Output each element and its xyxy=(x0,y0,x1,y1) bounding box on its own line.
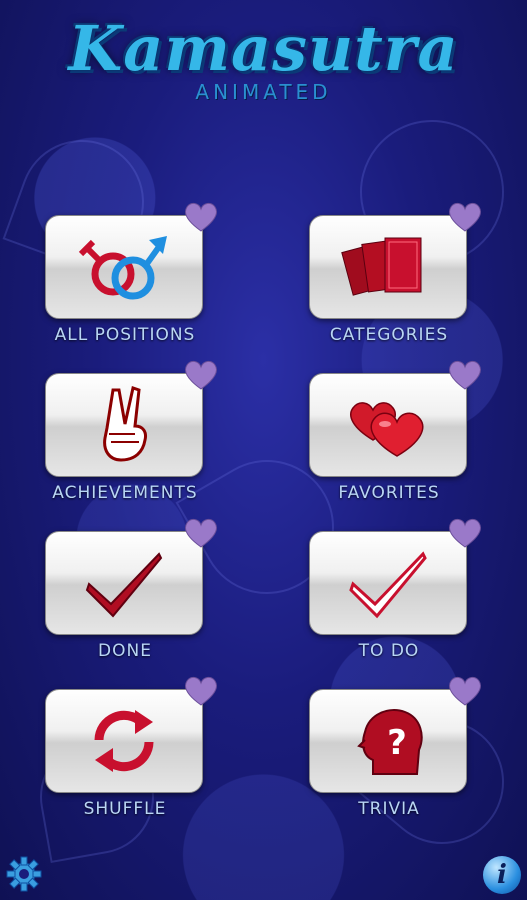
app-title: Kamasutra xyxy=(68,12,459,85)
tile-label: SHUFFLE xyxy=(83,799,167,819)
tile-label: CATEGORIES xyxy=(329,325,449,345)
menu-tile-categories[interactable]: CATEGORIES xyxy=(309,202,481,345)
heart-icon xyxy=(449,518,481,548)
heart-icon xyxy=(449,676,481,706)
tile-label: ACHIEVEMENTS xyxy=(52,483,198,503)
heart-icon xyxy=(185,360,217,390)
shuffle-arrows-icon xyxy=(94,710,154,772)
menu-tile-done[interactable]: DONE xyxy=(45,518,217,661)
cards-icon xyxy=(341,237,422,296)
checkmark-icon xyxy=(85,552,163,618)
to-do-button[interactable] xyxy=(309,531,467,635)
favorites-button[interactable] xyxy=(309,373,467,477)
heart-icon xyxy=(185,202,217,232)
tile-label: TO DO xyxy=(358,641,420,661)
question-head-icon: ? xyxy=(357,709,423,775)
categories-button[interactable] xyxy=(309,215,467,319)
menu-tile-trivia[interactable]: ? TRIVIA xyxy=(309,676,481,819)
done-button[interactable] xyxy=(45,531,203,635)
shuffle-button[interactable] xyxy=(45,689,203,793)
menu-tile-to-do[interactable]: TO DO xyxy=(309,518,481,661)
trivia-button[interactable]: ? xyxy=(309,689,467,793)
achievements-button[interactable] xyxy=(45,373,203,477)
tile-label: DONE xyxy=(98,641,152,661)
heart-icon xyxy=(185,676,217,706)
gender-symbols-icon xyxy=(78,236,167,300)
tile-label: TRIVIA xyxy=(358,799,420,819)
tile-label: FAVORITES xyxy=(338,483,440,503)
menu-tile-achievements[interactable]: ACHIEVEMENTS xyxy=(45,360,217,503)
hearts-icon xyxy=(350,402,424,457)
all-positions-button[interactable] xyxy=(45,215,203,319)
svg-text:?: ? xyxy=(387,723,407,763)
outline-checkmark-icon xyxy=(349,551,427,619)
tile-label: ALL POSITIONS xyxy=(54,325,196,345)
heart-icon xyxy=(449,202,481,232)
heart-icon xyxy=(449,360,481,390)
heart-icon xyxy=(185,518,217,548)
menu-tile-all-positions[interactable]: ALL POSITIONS xyxy=(45,202,217,345)
info-icon[interactable]: i xyxy=(483,856,521,894)
menu-tile-shuffle[interactable]: SHUFFLE xyxy=(45,676,217,819)
app-logo: Kamasutra ANIMATED xyxy=(0,10,527,104)
gear-icon[interactable] xyxy=(6,856,42,892)
menu-tile-favorites[interactable]: FAVORITES xyxy=(309,360,481,503)
victory-hand-icon xyxy=(103,386,147,462)
